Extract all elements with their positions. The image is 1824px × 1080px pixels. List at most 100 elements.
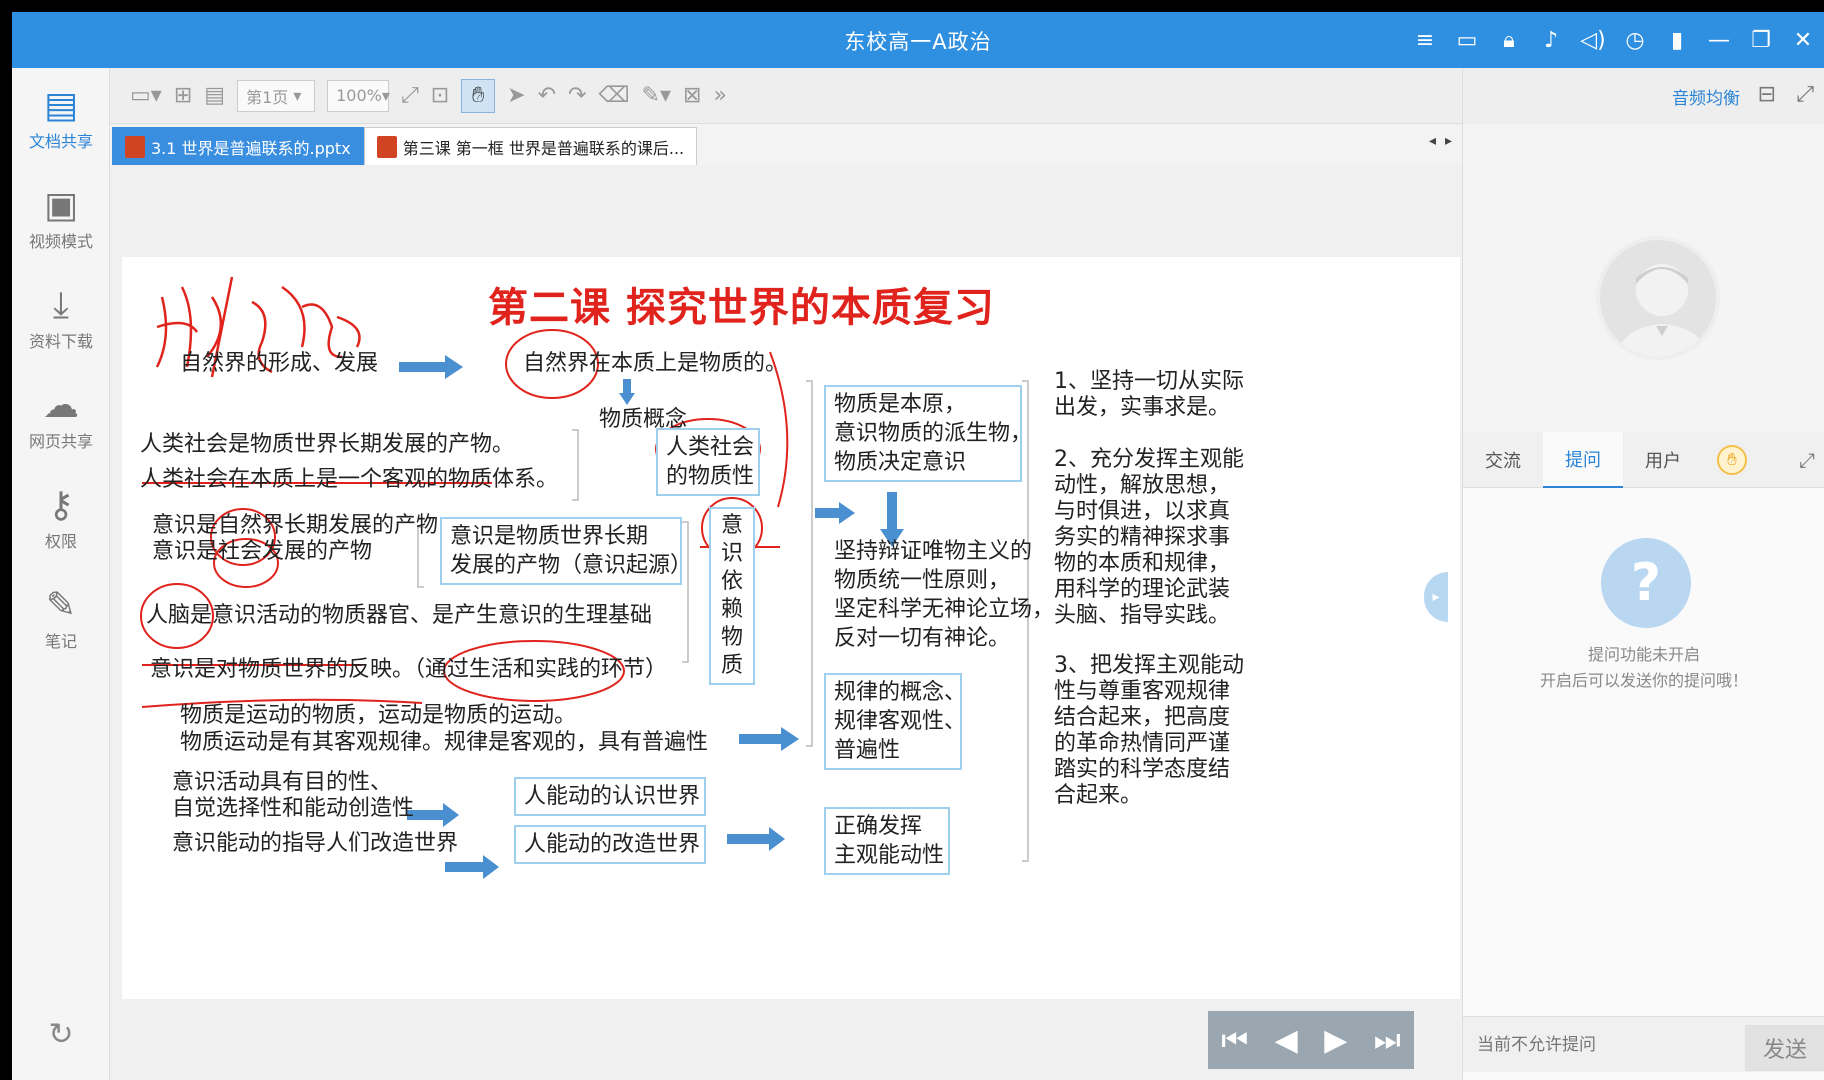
slide-box: 人能动的改造世界 (514, 825, 706, 864)
pptx-icon (376, 135, 397, 158)
page-select[interactable]: 第1页 ▾ (237, 79, 316, 112)
save-icon[interactable]: ▤ (204, 83, 225, 108)
tab-question[interactable]: 提问 (1543, 431, 1623, 488)
audio-balance-link[interactable]: 音频均衡 (1672, 84, 1740, 109)
minimize-icon[interactable]: — (1704, 26, 1734, 54)
screen-icon[interactable]: ⊟ (1758, 82, 1776, 107)
title-bar: 东校高一A政治 ≡ ▭ 🔒︎ ♪ ◁) ◷ ▮ — ❐ ✕ (12, 12, 1824, 68)
slide-box: 人能动的认识世界 (514, 777, 706, 816)
tab-scroll-arrows[interactable]: ◂ ▸ (1429, 133, 1452, 149)
sidebar-item-label: 笔记 (44, 632, 77, 651)
download-icon: ⤓ (53, 285, 69, 326)
slide-box: 物质是本原， 意识物质的派生物， 物质决定意识 (824, 385, 1032, 482)
refresh-icon[interactable]: ↻ (12, 1017, 110, 1052)
fit-screen-icon[interactable]: ⤢ (401, 83, 419, 108)
slide-text: 物质运动是有其客观规律。规律是客观的，具有普遍性 (180, 730, 709, 755)
redo-icon[interactable]: ↷ (568, 83, 586, 108)
tab-document-1[interactable]: 3.1 世界是普遍联系的.pptx (112, 127, 364, 165)
document-share-icon: ▤ (43, 85, 78, 126)
prev-slide-icon[interactable]: ◀ (1275, 1023, 1298, 1058)
sidebar-item-permission[interactable]: ⚷ 权限 (12, 468, 110, 568)
raise-hand-icon[interactable]: ✋︎ (1717, 444, 1747, 475)
question-input-row: 发送 (1463, 1016, 1824, 1072)
zoom-select[interactable]: 100% ▾ (327, 79, 390, 112)
slide-canvas: 第二课 探究世界的本质复习 自然界的形成、发展 自然界在本质上是物质的。 物质概… (110, 165, 1462, 1080)
slide-box: 正确发挥 主观能动性 (824, 807, 950, 875)
expand-icon[interactable]: ⤢ (1796, 82, 1814, 107)
popout-icon[interactable]: ⤢ (1799, 448, 1815, 472)
chat-tabs: 交流 提问 用户 ✋︎ ⤢ (1463, 431, 1824, 488)
video-mode-icon: ▣ (43, 185, 78, 226)
new-page-icon[interactable]: ⊞ (174, 83, 192, 108)
slide-navigation: ⏮ ◀ ▶ ⏭ (1208, 1011, 1414, 1069)
send-button[interactable]: 发送 (1745, 1025, 1824, 1071)
permission-icon: ⚷ (47, 485, 75, 526)
sidebar-item-label: 文档共享 (28, 132, 93, 151)
tab-users[interactable]: 用户 (1623, 432, 1703, 488)
tab-document-2[interactable]: 第三课 第一框 世界是普遍联系的课后... (363, 127, 698, 165)
clear-icon[interactable]: ⊠ (683, 83, 701, 108)
first-slide-icon[interactable]: ⏮ (1221, 1023, 1248, 1058)
document-tabs: 3.1 世界是普遍联系的.pptx 第三课 第一框 世界是普遍联系的课后... … (110, 125, 1462, 165)
slide-box-vertical: 意识依赖物质 (709, 507, 755, 685)
slide-text: 人类社会在本质上是一个客观的物质体系。 (140, 467, 559, 492)
pptx-icon (125, 135, 145, 158)
folder-icon[interactable]: ▭▾ (130, 83, 162, 108)
slide-text: 意识能动的指导人们改造世界 (172, 831, 459, 856)
last-slide-icon[interactable]: ⏭ (1374, 1023, 1401, 1058)
web-share-icon: ☁ (43, 385, 79, 426)
chat-icon[interactable]: ▭ (1452, 26, 1482, 54)
next-slide-icon[interactable]: ▶ (1324, 1023, 1347, 1058)
speaker-icon[interactable]: ◁) (1578, 26, 1608, 54)
clock-icon[interactable]: ◷ (1620, 26, 1650, 54)
question-input[interactable] (1469, 1025, 1717, 1065)
empty-state: 提问功能未开启 开启后可以发送你的提问哦！ (1539, 645, 1748, 690)
right-panel: 音频均衡 ⊟ ⤢ 交流 提问 用户 ✋︎ ⤢ ? 提问功能未开启 开启后可以发送… (1462, 68, 1824, 1080)
titlebar-icons: ≡ ▭ 🔒︎ ♪ ◁) ◷ ▮ — ❐ ✕ (1410, 26, 1818, 54)
slide-text-block: 3、把发挥主观能动 性与尊重客观规律 结合起来，把高度 的革命热情同严谨 踏实的… (1054, 653, 1244, 808)
sidebar-item-video-mode[interactable]: ▣ 视频模式 (12, 168, 110, 268)
sidebar-item-label: 权限 (44, 532, 77, 551)
sidebar-item-document-share[interactable]: ▤ 文档共享 (12, 68, 110, 168)
slide-text: 自然界在本质上是物质的。 (523, 351, 788, 376)
left-sidebar: ▤ 文档共享 ▣ 视频模式 ⤓ 资料下载 ☁ 网页共享 ⚷ 权限 ✎ 笔记 ↻ (12, 68, 110, 1080)
sidebar-item-notes[interactable]: ✎ 笔记 (12, 568, 110, 668)
slide-text: 人脑是意识活动的物质器官、是产生意识的生理基础 (146, 603, 653, 628)
hand-tool-icon[interactable]: ✋︎ (461, 78, 496, 113)
slide-title: 第二课 探究世界的本质复习 (488, 285, 995, 331)
slide-text: 人类社会是物质世界长期发展的产物。 (140, 432, 515, 457)
right-panel-header: 音频均衡 ⊟ ⤢ (1463, 68, 1824, 124)
question-icon: ? (1601, 538, 1691, 628)
sidebar-item-label: 网页共享 (28, 432, 93, 451)
slide-text-block: 1、坚持一切从实际 出发，实事求是。 (1054, 369, 1244, 420)
notes-icon: ✎ (45, 585, 77, 626)
close-icon[interactable]: ✕ (1788, 26, 1818, 54)
slide-text-block: 2、充分发挥主观能 动性，解放思想， 与时俱进，以求真 务实的精神探求事 物的本… (1054, 447, 1244, 628)
lock-icon[interactable]: 🔒︎ (1494, 26, 1524, 54)
pointer-icon[interactable]: ➤ (507, 83, 525, 108)
mic-icon[interactable]: ♪ (1536, 26, 1566, 54)
eraser-icon[interactable]: ⌫ (598, 83, 629, 108)
more-icon[interactable]: » (713, 83, 726, 108)
slide[interactable]: 第二课 探究世界的本质复习 自然界的形成、发展 自然界在本质上是物质的。 物质概… (122, 257, 1460, 999)
doc-toolbar: ▭▾ ⊞ ▤ 第1页 ▾ 100% ▾ ⤢ ⊡ ✋︎ ➤ ↶ ↷ ⌫ ✎▾ ⊠ » (110, 68, 1462, 124)
slide-box: 人类社会 的物质性 (656, 428, 760, 496)
restore-icon[interactable]: ❐ (1746, 26, 1776, 54)
sidebar-item-web-share[interactable]: ☁ 网页共享 (12, 368, 110, 468)
app-window: 东校高一A政治 ≡ ▭ 🔒︎ ♪ ◁) ◷ ▮ — ❐ ✕ ▤ 文档共享 ▣ 视… (12, 12, 1824, 1080)
undo-icon[interactable]: ↶ (538, 83, 556, 108)
signal-icon[interactable]: ▮ (1662, 26, 1692, 54)
slide-box: 意识是物质世界长期 发展的产物（意识起源） (440, 517, 692, 585)
sidebar-item-download[interactable]: ⤓ 资料下载 (12, 268, 110, 368)
pen-icon[interactable]: ✎▾ (642, 83, 671, 108)
slide-text: 意识是对物质世界的反映。（通过生活和实践的环节） (150, 657, 668, 682)
tab-chat[interactable]: 交流 (1463, 432, 1543, 488)
video-area (1463, 124, 1824, 432)
menu-icon[interactable]: ≡ (1410, 26, 1440, 54)
sidebar-item-label: 视频模式 (28, 232, 93, 251)
slide-text-block: 坚持辩证唯物主义的 物质统一性原则， 坚定科学无神论立场， 反对一切有神论。 (834, 539, 1055, 651)
slide-text: 自然界的形成、发展 (180, 351, 379, 376)
slide-text: 物质是运动的物质，运动是物质的运动。 (180, 703, 577, 728)
slide-text: 意识是社会发展的产物 (152, 539, 373, 564)
fit-width-icon[interactable]: ⊡ (431, 83, 449, 108)
